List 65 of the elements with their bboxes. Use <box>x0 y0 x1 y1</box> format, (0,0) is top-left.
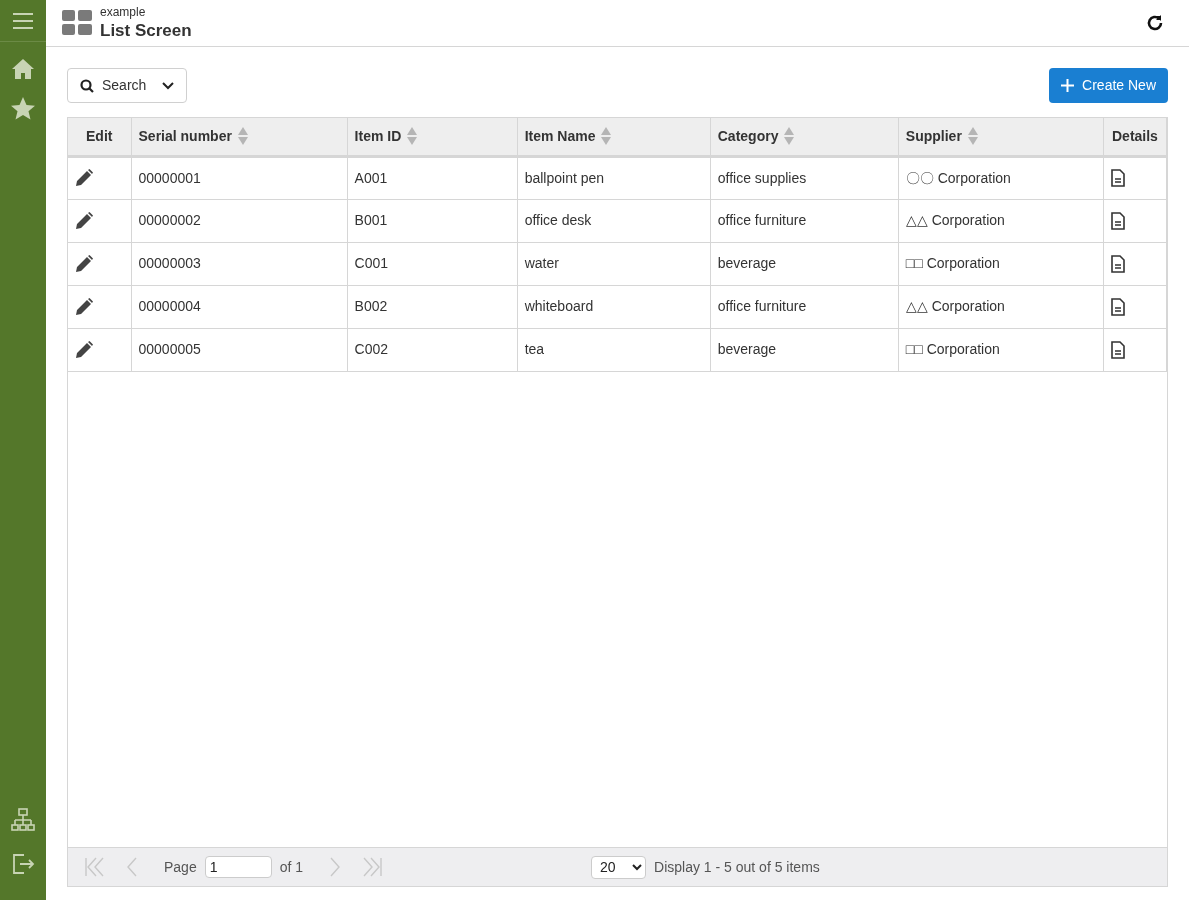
sort-icon <box>967 127 978 146</box>
column-header[interactable]: Supplier <box>905 125 962 147</box>
sort-icon <box>407 127 418 146</box>
column-header[interactable]: Item Name <box>524 125 596 147</box>
document-icon[interactable] <box>1110 297 1125 316</box>
table-cell: office furniture <box>717 212 807 228</box>
table-cell: A001 <box>354 169 388 186</box>
item-count-summary: Display 1 - 5 out of 5 items <box>654 857 820 877</box>
table-cell: 00000004 <box>138 298 201 314</box>
table-cell: 00000005 <box>138 341 201 357</box>
table-cell: B002 <box>354 298 388 314</box>
home-icon[interactable] <box>11 58 35 80</box>
table-cell: □□ Corporation <box>905 255 1000 271</box>
table-cell: water <box>524 255 559 271</box>
plus-icon <box>1061 79 1075 92</box>
document-icon[interactable] <box>1110 340 1125 359</box>
document-icon[interactable] <box>1110 169 1125 187</box>
document-icon[interactable] <box>1110 211 1125 230</box>
pencil-icon[interactable] <box>75 211 93 230</box>
search-dropdown[interactable]: Search <box>67 68 188 103</box>
table-cell: office furniture <box>717 298 807 314</box>
table-cell: 〇〇 Corporation <box>905 169 1011 186</box>
column-header[interactable]: Category <box>717 125 779 147</box>
column-header[interactable]: Serial number <box>138 125 232 147</box>
pencil-icon[interactable] <box>75 169 93 187</box>
table-cell: △△ Corporation <box>905 298 1005 314</box>
table-cell: tea <box>524 341 545 357</box>
table-cell: 00000003 <box>138 255 201 271</box>
table-cell: office supplies <box>717 169 807 186</box>
sort-icon <box>601 127 612 146</box>
sort-icon <box>237 127 248 146</box>
table-cell: ballpoint pen <box>524 169 605 186</box>
page-number-field[interactable]: 1 <box>204 856 272 878</box>
pencil-icon[interactable] <box>75 254 93 273</box>
table-cell: 00000001 <box>138 169 201 186</box>
search-icon <box>80 78 94 93</box>
pencil-icon[interactable] <box>75 297 93 316</box>
pencil-icon[interactable] <box>75 340 93 359</box>
create-new-button[interactable]: Create New <box>1049 68 1168 103</box>
table-cell: whiteboard <box>524 298 594 314</box>
header-subtitle: example <box>100 4 147 20</box>
table-cell: □□ Corporation <box>905 341 1000 357</box>
page-label: Page <box>164 857 197 877</box>
table-cell: C002 <box>354 341 389 357</box>
document-icon[interactable] <box>1110 254 1125 273</box>
sitemap-icon[interactable] <box>11 808 35 832</box>
page-size-select[interactable]: 20 <box>591 855 647 879</box>
column-header[interactable]: Edit <box>86 125 113 147</box>
star-icon[interactable] <box>10 96 36 120</box>
grid-icon <box>62 10 92 36</box>
page-title: List Screen <box>100 19 192 42</box>
refresh-icon[interactable] <box>1145 13 1165 33</box>
table-cell: B001 <box>354 212 388 228</box>
table-cell: C001 <box>354 255 389 271</box>
chevron-down-icon <box>162 81 175 90</box>
table-cell: △△ Corporation <box>905 212 1005 228</box>
table-cell: 00000002 <box>138 212 201 228</box>
table-cell: beverage <box>717 341 777 357</box>
table-cell: office desk <box>524 212 592 228</box>
sort-icon <box>784 127 795 146</box>
column-header[interactable]: Details <box>1112 125 1158 147</box>
column-header[interactable]: Item ID <box>354 125 402 147</box>
logout-icon[interactable] <box>11 852 35 876</box>
page-count: of 1 <box>279 857 304 877</box>
table-cell: beverage <box>717 255 777 271</box>
